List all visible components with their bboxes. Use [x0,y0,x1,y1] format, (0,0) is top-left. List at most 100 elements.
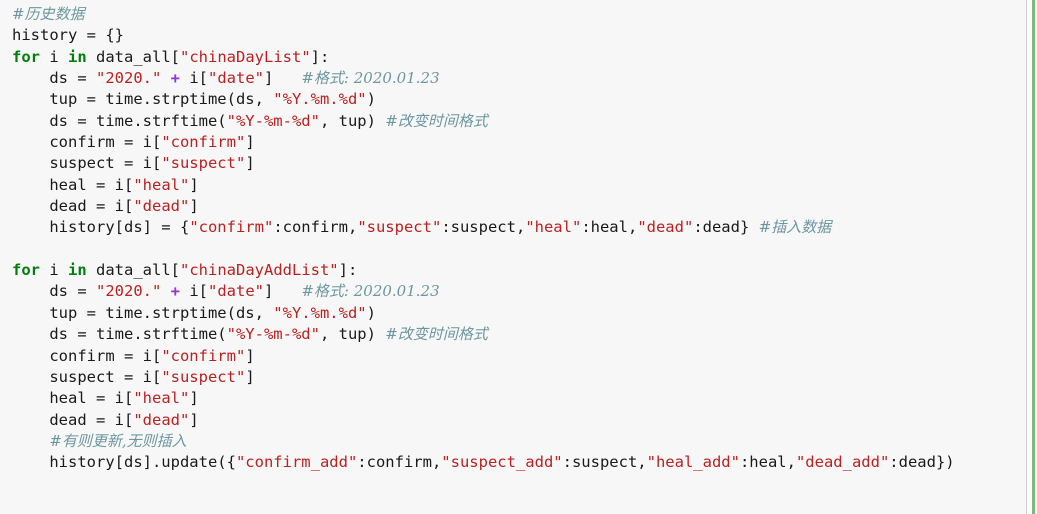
code-line[interactable]: #历史数据 [12,4,955,25]
code-token-comment: #格式: 2020.01.23 [301,282,440,301]
code-token-string: "confirm" [161,133,246,152]
code-token-string: "heal_add" [646,453,740,472]
code-text-block[interactable]: #历史数据 history = {} for i in data_all["chin… [12,4,955,474]
code-token-plain: ] [189,410,199,429]
code-token-plain: history = {} [12,26,124,45]
code-token-string: "chinaDayAddList" [180,261,339,280]
code-token-plain: dead = i[ [12,410,134,429]
code-line[interactable]: ds = time.strftime("%Y-%m-%d", tup) #改变时… [12,324,955,345]
code-line[interactable]: suspect = i["suspect"] [12,367,955,388]
code-token-string: "suspect" [357,218,442,237]
code-token-plain: ds = [12,282,96,301]
code-token-plain: ] [245,346,255,365]
code-token-plain: :dead} [693,218,759,237]
code-token-plain: :confirm, [357,453,442,472]
right-edge-green-rule [1032,0,1035,514]
code-token-operator: + [170,282,181,301]
code-token-plain: ] [245,133,255,152]
code-token-plain: i[ [180,282,209,301]
code-token-string: "suspect" [161,367,246,386]
code-token-comment: #格式: 2020.01.23 [301,69,440,88]
code-token-comment: #有则更新,无则插入 [49,431,187,450]
code-token-plain: ] [189,175,199,194]
code-token-string: "confirm_add" [235,453,358,472]
code-token-plain: data_all[ [86,261,180,280]
code-token-plain: history[ds] = { [12,218,190,237]
code-token-string: "dead" [637,218,694,237]
code-editor-pane[interactable]: #历史数据 history = {} for i in data_all["chin… [0,0,1037,514]
code-line[interactable]: ds = "2020." + i["date"] #格式: 2020.01.23 [12,68,955,89]
code-line[interactable]: history = {} [12,25,955,46]
code-token-string: "%Y.%m.%d" [273,90,367,109]
code-token-comment: #插入数据 [758,218,832,237]
code-token-string: "%Y-%m-%d" [226,111,320,130]
code-token-comment: #改变时间格式 [385,111,488,130]
code-line[interactable]: history[ds] = {"confirm":confirm,"suspec… [12,217,955,238]
code-token-string: "heal" [525,218,582,237]
code-token-plain: heal = i[ [12,175,134,194]
code-token-plain: ) [366,303,376,322]
code-token-plain: i [40,47,68,66]
code-token-plain: ]: [310,47,330,66]
code-token-plain: :heal, [739,453,796,472]
code-token-string: "heal" [133,389,190,408]
code-token-plain: ] [189,389,199,408]
code-token-plain: ] [245,367,255,386]
code-token-keyword: in [68,47,87,66]
code-token-string: "dead" [133,410,190,429]
code-token-string: "%Y-%m-%d" [226,325,320,344]
code-token-plain: ] [264,69,302,88]
code-viewport[interactable]: #历史数据 history = {} for i in data_all["chin… [0,0,1027,514]
code-line[interactable]: tup = time.strptime(ds, "%Y.%m.%d") [12,89,955,110]
code-token-plain: ]: [338,261,358,280]
code-token-plain: ] [245,154,255,173]
code-line[interactable]: history[ds].update({"confirm_add":confir… [12,452,955,473]
code-token-string: "2020." [96,282,162,301]
code-token-plain: :confirm, [273,218,358,237]
code-line[interactable]: confirm = i["confirm"] [12,346,955,367]
code-token-string: "confirm" [161,346,246,365]
code-token-plain: , tup) [319,325,386,344]
code-token-string: "date" [208,69,265,88]
code-token-plain: :suspect, [562,453,647,472]
code-token-string: "suspect" [161,154,246,173]
code-line[interactable]: for i in data_all["chinaDayAddList"]: [12,260,955,281]
code-line[interactable]: heal = i["heal"] [12,388,955,409]
code-token-plain: history[ds].update({ [12,453,236,472]
code-token-plain: confirm = i[ [12,133,162,152]
code-token-plain: data_all[ [86,47,180,66]
code-token-plain: :heal, [581,218,638,237]
code-token-plain: :suspect, [441,218,526,237]
code-line[interactable]: dead = i["dead"] [12,196,955,217]
code-line[interactable]: heal = i["heal"] [12,175,955,196]
code-token-plain: suspect = i[ [12,367,162,386]
code-line[interactable]: ds = time.strftime("%Y-%m-%d", tup) #改变时… [12,111,955,132]
code-token-keyword: for [12,261,40,280]
code-token-string: "chinaDayList" [180,47,311,66]
code-token-comment: #改变时间格式 [385,325,488,344]
code-line[interactable]: suspect = i["suspect"] [12,153,955,174]
code-line[interactable]: confirm = i["confirm"] [12,132,955,153]
code-token-plain: ) [366,90,376,109]
code-token-string: "2020." [96,69,162,88]
code-token-plain: confirm = i[ [12,346,162,365]
code-line[interactable]: #有则更新,无则插入 [12,431,955,452]
code-token-operator: + [170,69,181,88]
code-token-keyword: for [12,47,40,66]
code-token-plain: dead = i[ [12,197,134,216]
code-line[interactable]: for i in data_all["chinaDayList"]: [12,47,955,68]
code-token-plain: suspect = i[ [12,154,162,173]
code-token-plain: i[ [180,69,209,88]
code-line[interactable]: ds = "2020." + i["date"] #格式: 2020.01.23 [12,281,955,302]
code-token-plain: ds = time.strftime( [12,325,227,344]
code-token-plain: :dead}) [889,453,955,472]
code-token-plain: , tup) [319,111,386,130]
code-token-string: "%Y.%m.%d" [273,303,367,322]
code-line[interactable]: dead = i["dead"] [12,410,955,431]
code-line[interactable] [12,239,955,260]
code-token-plain: ds = time.strftime( [12,111,227,130]
code-line[interactable]: tup = time.strptime(ds, "%Y.%m.%d") [12,303,955,324]
code-token-plain: ds = [12,69,96,88]
